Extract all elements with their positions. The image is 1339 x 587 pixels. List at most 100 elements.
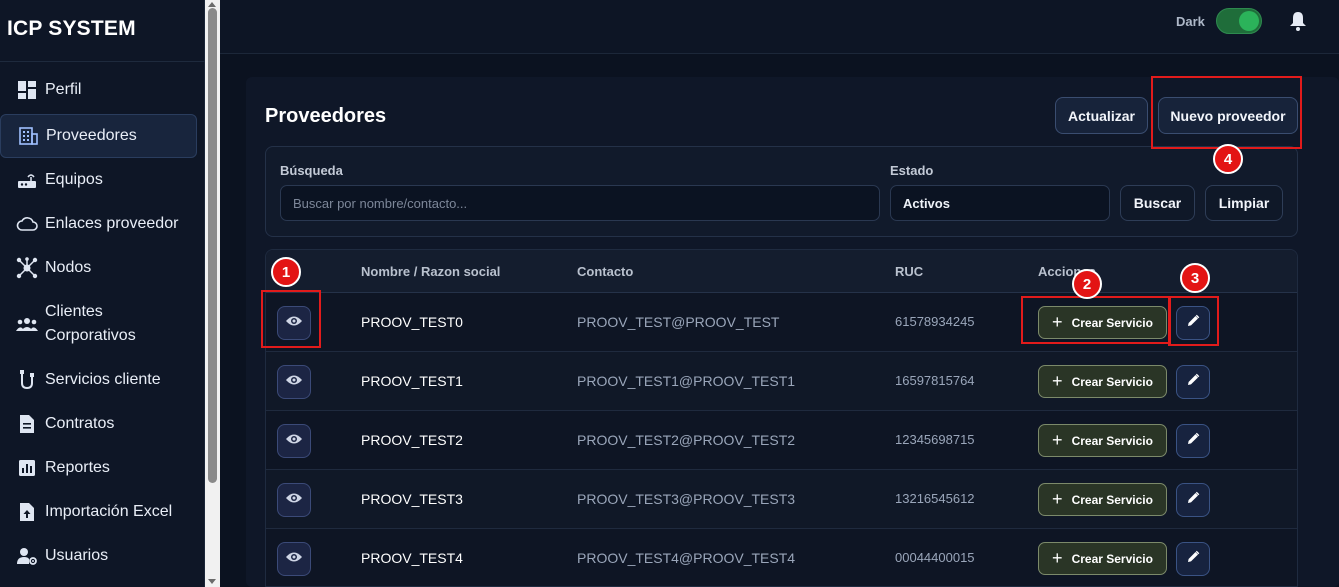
edit-button[interactable] [1176, 542, 1210, 576]
scroll-up-arrow-icon[interactable] [208, 2, 216, 7]
scroll-down-arrow-icon[interactable] [208, 579, 216, 584]
create-service-button[interactable]: + Crear Servicio [1038, 483, 1167, 516]
search-label: Búsqueda [280, 163, 343, 178]
sidebar-item-label: Usuarios [45, 547, 109, 564]
annotation-badge-4: 4 [1213, 144, 1243, 174]
view-button[interactable] [277, 365, 311, 399]
create-service-label: Crear Servicio [1071, 492, 1153, 507]
estado-select[interactable]: Activos [890, 185, 1110, 221]
sidebar-item-label: Importación Excel [45, 503, 173, 520]
clear-button[interactable]: Limpiar [1205, 185, 1283, 221]
scroll-thumb[interactable] [208, 8, 217, 483]
create-service-button[interactable]: + Crear Servicio [1038, 542, 1167, 575]
provider-name: PROOV_TEST1 [361, 373, 463, 389]
search-input[interactable]: Buscar por nombre/contacto... [280, 185, 880, 221]
sidebar-item-label: Reportes [45, 459, 110, 476]
header-ruc: RUC [895, 264, 924, 279]
sidebar-divider [0, 61, 205, 62]
annotation-box-4 [1151, 76, 1302, 149]
sidebar-item-perfil[interactable]: Perfil [0, 79, 197, 101]
pencil-icon [1186, 550, 1200, 569]
table-row: PROOV_TEST4 PROOV_TEST4@PROOV_TEST4 000444… [266, 529, 1297, 586]
provider-contact: PROOV_TEST4@PROOV_TEST4 [577, 550, 796, 566]
create-service-label: Crear Servicio [1071, 551, 1153, 566]
sidebar-item-clientes-corporativos[interactable]: Clientes Corporativos [0, 300, 197, 348]
provider-contact: PROOV_TEST@PROOV_TEST [577, 314, 780, 330]
create-service-label: Crear Servicio [1071, 433, 1153, 448]
table-header: Nombre / Razon social Contacto RUC Accio… [266, 250, 1297, 293]
sidebar-item-contratos[interactable]: Contratos [0, 413, 197, 435]
document-icon [16, 413, 38, 435]
sidebar-item-reportes[interactable]: Reportes [0, 457, 197, 479]
provider-ruc: 61578934245 [895, 314, 975, 329]
annotation-box-1 [261, 290, 321, 348]
bar-chart-icon [16, 457, 38, 479]
view-button[interactable] [277, 483, 311, 517]
sidebar-item-servicios-cliente[interactable]: Servicios cliente [0, 369, 197, 391]
provider-name: PROOV_TEST2 [361, 432, 463, 448]
dashboard-icon [16, 79, 38, 101]
pencil-icon [1186, 432, 1200, 451]
pencil-icon [1186, 373, 1200, 392]
create-service-button[interactable]: + Crear Servicio [1038, 424, 1167, 457]
provider-ruc: 16597815764 [895, 373, 975, 388]
search-button[interactable]: Buscar [1120, 185, 1195, 221]
bell-icon[interactable] [1288, 10, 1308, 32]
eye-icon [285, 491, 303, 509]
plus-icon: + [1052, 429, 1063, 450]
provider-ruc: 13216545612 [895, 491, 975, 506]
view-button[interactable] [277, 424, 311, 458]
provider-name: PROOV_TEST0 [361, 314, 463, 330]
create-service-label: Crear Servicio [1071, 374, 1153, 389]
sidebar: ICP SYSTEM Perfil Proveedores Equipos En… [0, 0, 205, 587]
upload-file-icon [16, 501, 38, 523]
cable-icon [16, 369, 38, 391]
sidebar-item-usuarios[interactable]: Usuarios [0, 545, 197, 567]
sidebar-item-label: Proveedores [46, 127, 137, 144]
sidebar-item-label: Nodos [45, 259, 92, 276]
annotation-badge-1: 1 [271, 257, 301, 287]
view-button[interactable] [277, 542, 311, 576]
eye-icon [285, 550, 303, 568]
sidebar-item-label: Servicios cliente [45, 371, 161, 388]
app-title: ICP SYSTEM [7, 17, 136, 40]
router-icon [16, 169, 38, 191]
annotation-box-2 [1021, 296, 1171, 344]
edit-button[interactable] [1176, 365, 1210, 399]
table-row: PROOV_TEST1 PROOV_TEST1@PROOV_TEST1 165978… [266, 352, 1297, 411]
sidebar-item-nodos[interactable]: Nodos [0, 257, 197, 279]
page-scrollbar[interactable] [205, 0, 220, 587]
sidebar-item-enlaces-proveedor[interactable]: Enlaces proveedor [0, 213, 197, 235]
create-service-button[interactable]: + Crear Servicio [1038, 365, 1167, 398]
annotation-box-3 [1168, 296, 1219, 346]
update-button[interactable]: Actualizar [1055, 97, 1148, 134]
header-contact: Contacto [577, 264, 634, 279]
plus-icon: + [1052, 547, 1063, 568]
edit-button[interactable] [1176, 483, 1210, 517]
table-row: PROOV_TEST3 PROOV_TEST3@PROOV_TEST3 132165… [266, 470, 1297, 529]
provider-ruc: 12345698715 [895, 432, 975, 447]
provider-contact: PROOV_TEST3@PROOV_TEST3 [577, 491, 796, 507]
edit-button[interactable] [1176, 424, 1210, 458]
annotation-badge-2: 2 [1072, 269, 1102, 299]
provider-contact: PROOV_TEST1@PROOV_TEST1 [577, 373, 796, 389]
sidebar-item-importacion-excel[interactable]: Importación Excel [0, 501, 197, 523]
sidebar-item-equipos[interactable]: Equipos [0, 169, 197, 191]
provider-contact: PROOV_TEST2@PROOV_TEST2 [577, 432, 796, 448]
annotation-badge-3: 3 [1180, 263, 1210, 293]
topbar: Dark [220, 0, 1339, 54]
sidebar-item-proveedores[interactable]: Proveedores [0, 114, 197, 158]
sidebar-item-label: Enlaces proveedor [45, 215, 179, 232]
manage-users-icon [16, 545, 38, 567]
table-row: PROOV_TEST2 PROOV_TEST2@PROOV_TEST2 123456… [266, 411, 1297, 470]
plus-icon: + [1052, 370, 1063, 391]
cloud-icon [16, 213, 38, 235]
dark-mode-toggle[interactable] [1216, 8, 1262, 34]
eye-icon [285, 373, 303, 391]
estado-label: Estado [890, 163, 934, 178]
pencil-icon [1186, 491, 1200, 510]
hub-icon [16, 257, 38, 279]
sidebar-item-label: Equipos [45, 171, 103, 188]
page-title: Proveedores [265, 105, 387, 127]
eye-icon [285, 432, 303, 450]
